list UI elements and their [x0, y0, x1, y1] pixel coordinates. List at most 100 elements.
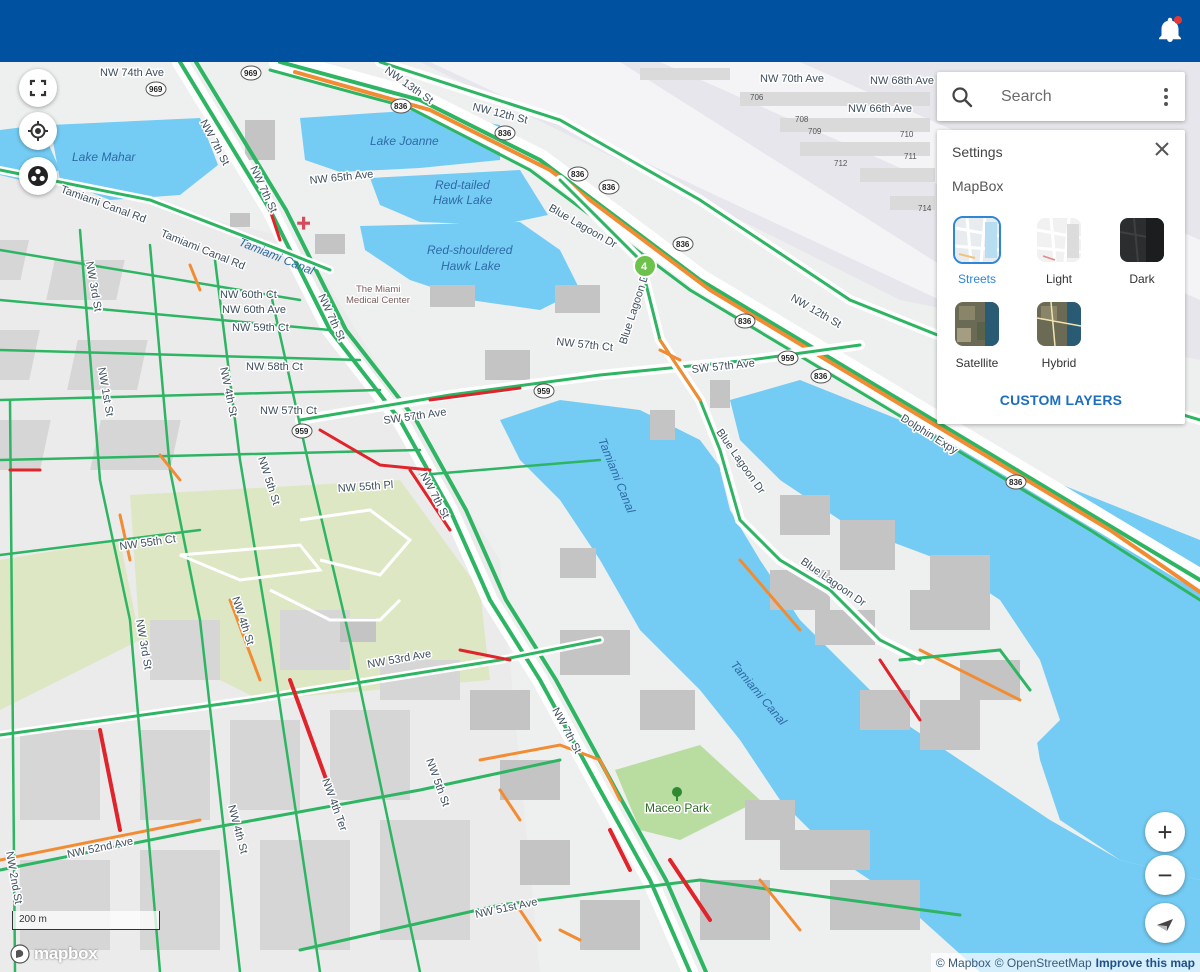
- notification-badge: [1174, 16, 1182, 24]
- custom-layers-button[interactable]: CUSTOM LAYERS: [937, 392, 1185, 408]
- label-red-tailed-1: Red-tailed: [435, 178, 490, 192]
- light-thumbnail: [1035, 216, 1083, 264]
- svg-text:959: 959: [295, 427, 309, 436]
- scale-bar-label: 200 m: [19, 914, 47, 925]
- notifications-button[interactable]: [1158, 16, 1182, 43]
- map-provider-label: MapBox: [952, 178, 1004, 194]
- label-nw-58th-ct: NW 58th Ct: [246, 361, 303, 373]
- label-nw-60th-ave: NW 60th Ave: [222, 304, 286, 316]
- mapbox-logo-text: mapbox: [34, 944, 98, 963]
- svg-text:712: 712: [834, 159, 848, 168]
- label-nw-60th-ct: NW 60th Ct: [220, 289, 277, 301]
- fullscreen-button[interactable]: [19, 69, 57, 107]
- shield-836-f: 836: [734, 313, 756, 329]
- style-label-hybrid: Hybrid: [1041, 356, 1077, 370]
- improve-map-link[interactable]: Improve this map: [1096, 956, 1195, 970]
- satellite-thumbnail: [953, 300, 1001, 348]
- crosshair-icon: [28, 121, 48, 141]
- more-vertical-icon[interactable]: [1163, 87, 1169, 107]
- label-lake-mahar: Lake Mahar: [72, 150, 136, 164]
- dark-thumbnail: [1118, 216, 1166, 264]
- scale-bar: 200 m: [12, 911, 160, 930]
- svg-text:836: 836: [571, 170, 585, 179]
- zoom-out-button[interactable]: −: [1145, 855, 1185, 895]
- svg-text:710: 710: [900, 130, 914, 139]
- layers-icon: [28, 166, 48, 186]
- search-input[interactable]: [999, 84, 1143, 110]
- label-nw-74th-ave: NW 74th Ave: [100, 67, 164, 79]
- osm-attribution-link[interactable]: © OpenStreetMap: [995, 956, 1092, 970]
- style-option-light[interactable]: Light: [1027, 216, 1091, 286]
- settings-title: Settings: [952, 144, 1003, 160]
- svg-text:836: 836: [676, 240, 690, 249]
- compass-icon: [1157, 919, 1173, 931]
- fullscreen-icon: [29, 79, 47, 97]
- shield-836-d: 836: [598, 179, 620, 195]
- attribution: © Mapbox © OpenStreetMap Improve this ma…: [930, 953, 1200, 972]
- shield-959-c: 959: [291, 423, 313, 439]
- search-bar: [937, 72, 1185, 121]
- plus-icon: +: [1157, 817, 1173, 847]
- label-maceo-park: Maceo Park: [645, 801, 710, 815]
- svg-text:836: 836: [814, 372, 828, 381]
- style-option-streets[interactable]: Streets: [945, 216, 1009, 286]
- svg-text:711: 711: [904, 152, 917, 161]
- label-nw-68th-ave: NW 68th Ave: [870, 75, 934, 87]
- hybrid-thumbnail: [1035, 300, 1083, 348]
- streets-thumbnail: [953, 216, 1001, 264]
- settings-close-button[interactable]: [1153, 140, 1171, 158]
- shield-836-h: 836: [1005, 474, 1027, 490]
- style-option-satellite[interactable]: Satellite: [945, 300, 1009, 370]
- svg-text:836: 836: [738, 317, 752, 326]
- style-label-light: Light: [1045, 272, 1073, 286]
- shield-959-a: 959: [777, 350, 799, 366]
- style-option-dark[interactable]: Dark: [1110, 216, 1174, 286]
- label-red-tailed-2: Hawk Lake: [433, 193, 493, 207]
- shield-836-g: 836: [810, 368, 832, 384]
- shield-959-b: 959: [533, 383, 555, 399]
- svg-text:836: 836: [602, 183, 616, 192]
- minus-icon: −: [1157, 860, 1173, 890]
- shield-836-c: 836: [567, 166, 589, 182]
- settings-panel: Settings MapBox Streets Light Dark Satel…: [937, 130, 1185, 424]
- svg-text:836: 836: [1009, 478, 1023, 487]
- svg-text:969: 969: [244, 69, 258, 78]
- label-miami-medical-1: The Miami: [356, 284, 400, 295]
- cluster-marker[interactable]: 4: [633, 254, 657, 278]
- mapbox-logo[interactable]: mapbox: [10, 944, 98, 964]
- app-header: [0, 0, 1200, 62]
- svg-text:959: 959: [781, 354, 795, 363]
- svg-text:959: 959: [537, 387, 551, 396]
- label-nw-66th-ave: NW 66th Ave: [848, 103, 912, 115]
- shield-969-b: 969: [145, 81, 167, 97]
- label-nw-57th-ct: NW 57th Ct: [260, 405, 317, 417]
- label-red-shouldered-2: Hawk Lake: [441, 259, 501, 273]
- search-icon[interactable]: [951, 86, 973, 108]
- svg-text:836: 836: [498, 129, 512, 138]
- shield-969-a: 969: [240, 65, 262, 81]
- label-lake-joanne: Lake Joanne: [370, 134, 439, 148]
- close-icon: [1155, 142, 1169, 156]
- svg-text:836: 836: [394, 102, 408, 111]
- shield-836-e: 836: [672, 236, 694, 252]
- shield-836-b: 836: [494, 125, 516, 141]
- style-label-dark: Dark: [1129, 272, 1155, 286]
- mapbox-attribution-link[interactable]: © Mapbox: [936, 956, 991, 970]
- label-red-shouldered-1: Red-shouldered: [427, 243, 513, 257]
- locate-button[interactable]: [19, 112, 57, 150]
- compass-button[interactable]: [1145, 903, 1185, 943]
- layers-button[interactable]: [19, 157, 57, 195]
- style-label-satellite: Satellite: [955, 356, 999, 370]
- svg-text:714: 714: [918, 204, 932, 213]
- zoom-in-button[interactable]: +: [1145, 812, 1185, 852]
- cluster-count: 4: [641, 261, 648, 273]
- label-miami-medical-2: Medical Center: [346, 295, 410, 306]
- label-nw-70th-ave: NW 70th Ave: [760, 73, 824, 85]
- svg-text:969: 969: [149, 85, 163, 94]
- shield-836-a: 836: [390, 98, 412, 114]
- style-option-hybrid[interactable]: Hybrid: [1027, 300, 1091, 370]
- mapbox-logo-icon: [10, 944, 30, 964]
- svg-text:706: 706: [750, 93, 764, 102]
- label-nw-59th-ct: NW 59th Ct: [232, 322, 289, 334]
- svg-text:708: 708: [795, 115, 809, 124]
